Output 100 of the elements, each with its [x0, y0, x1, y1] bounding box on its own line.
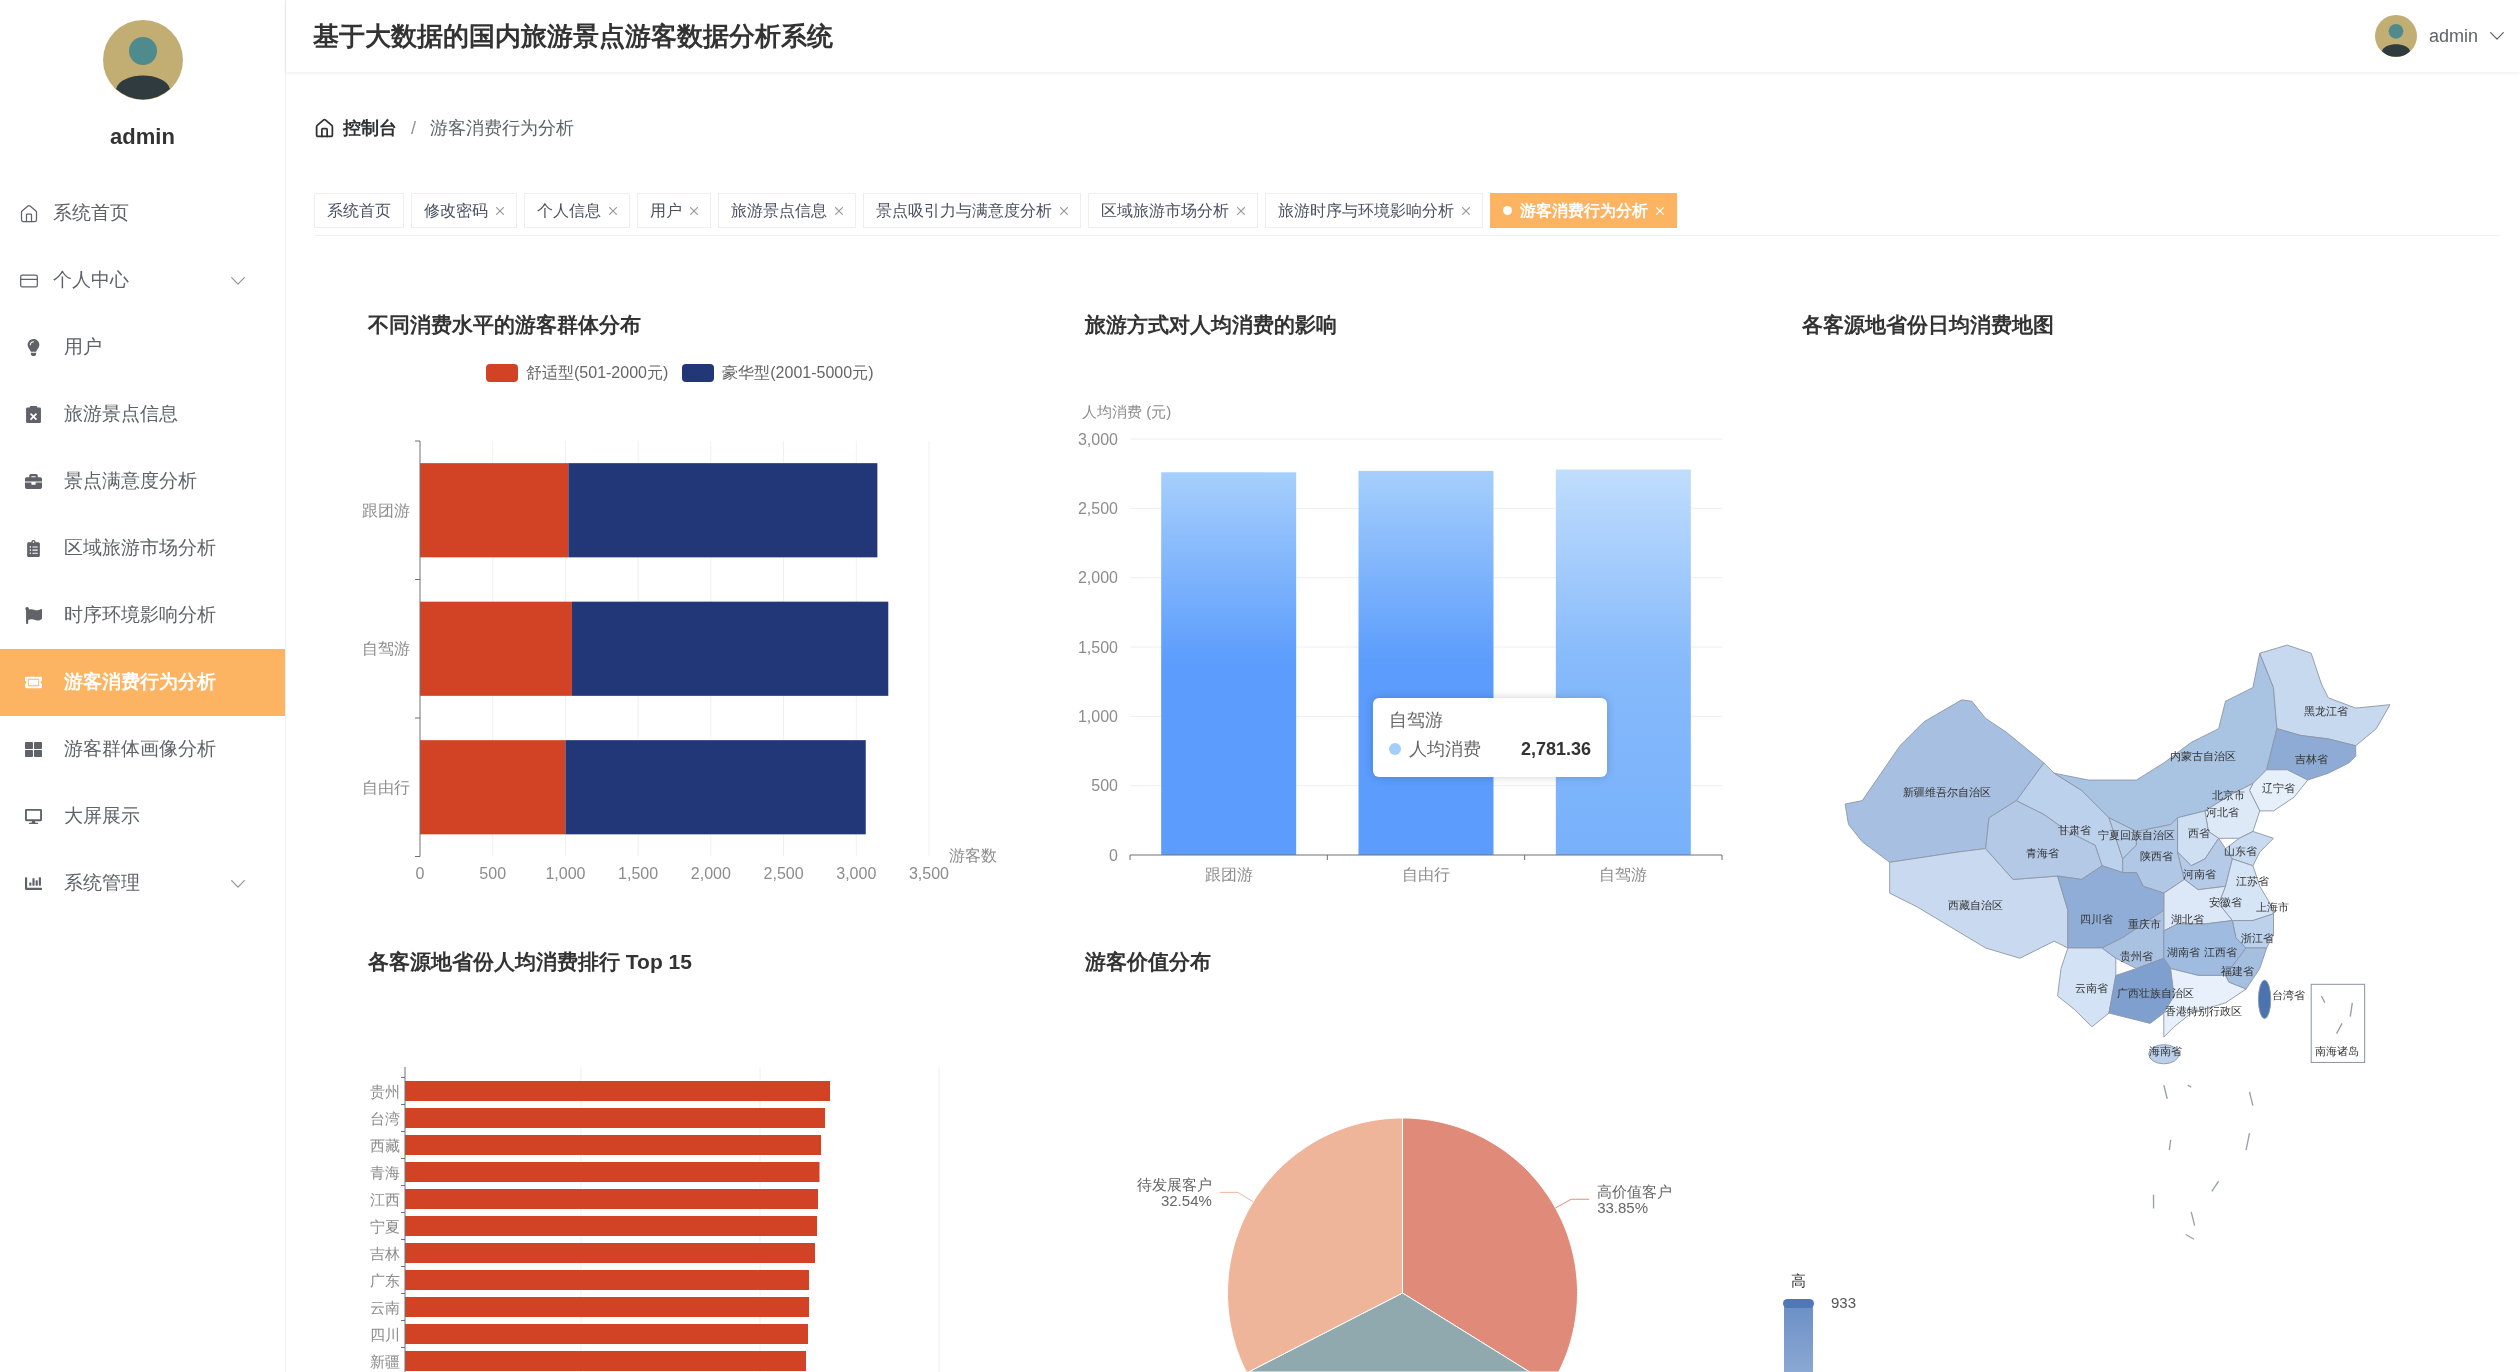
slice-label: 高价值客户	[1597, 1182, 1673, 1200]
tooltip-value: 2,781.36	[1520, 737, 1591, 761]
page-tab[interactable]: 旅游时序与环境影响分析	[1265, 193, 1483, 228]
page-tab[interactable]: 区域旅游市场分析	[1088, 193, 1258, 228]
page-tab[interactable]: 修改密码	[411, 193, 517, 228]
leader-line	[1219, 1191, 1254, 1203]
map-label: 江苏省	[2236, 874, 2270, 887]
x-tick-label: 1,500	[618, 864, 659, 882]
map-label: 海南省	[2148, 1044, 2182, 1057]
grid-icon	[25, 741, 42, 758]
y-tick-label: 2,500	[1077, 499, 1118, 517]
close-icon[interactable]	[1237, 206, 1245, 215]
map-label: 广西壮族自治区	[2117, 986, 2195, 999]
breadcrumb-link[interactable]: 控制台	[314, 114, 397, 142]
page-tab[interactable]: 用户	[637, 193, 711, 228]
ticket-icon	[25, 674, 42, 691]
map-label: 上海市	[2255, 900, 2289, 913]
slice-label: 待发展客户	[1136, 1175, 1212, 1193]
close-icon[interactable]	[835, 206, 843, 215]
tooltip-title: 自驾游	[1389, 709, 1444, 732]
bar-chart-icon	[25, 875, 42, 892]
briefcase-icon	[25, 473, 42, 490]
page-tab[interactable]: 系统首页	[314, 193, 404, 228]
leader-line	[1554, 1198, 1590, 1209]
province-label: 西藏	[370, 1136, 400, 1154]
close-icon[interactable]	[609, 206, 617, 215]
province-label: 新疆	[370, 1352, 400, 1370]
axis-title: 游客数	[949, 846, 997, 864]
map-label: 辽宁省	[2262, 782, 2296, 795]
user-name: admin	[110, 123, 175, 151]
map-label: 福建省	[2221, 965, 2255, 978]
close-icon[interactable]	[496, 206, 504, 215]
clipboard-list-icon	[25, 540, 42, 557]
map-label: 云南省	[2075, 981, 2109, 994]
close-icon[interactable]	[1060, 206, 1068, 215]
x-tick-label: 3,000	[836, 864, 877, 882]
chart-title: 旅游方式对人均消费的影响	[1085, 312, 1338, 338]
map-label: 四川省	[2080, 913, 2114, 926]
chevron-down-icon	[2490, 32, 2504, 40]
y-tick-label: 1,000	[1077, 707, 1118, 725]
province-label: 贵州	[370, 1082, 400, 1100]
map-label: 安徽省	[2209, 896, 2242, 909]
map-label: 甘肃省	[2058, 824, 2092, 837]
tooltip-series-label: 人均消费	[1409, 737, 1481, 761]
breadcrumb-separator: /	[411, 116, 416, 140]
home-icon	[19, 203, 39, 224]
province-label: 云南	[370, 1298, 400, 1316]
monitor-icon	[25, 808, 42, 825]
breadcrumb-current: 游客消费行为分析	[430, 116, 574, 140]
province-label: 广东	[370, 1271, 400, 1289]
user-menu[interactable]: admin	[2374, 15, 2504, 57]
map-label: 山东省	[2224, 844, 2258, 857]
category-label: 自驾游	[1599, 865, 1648, 883]
y-tick-label: 2,000	[1077, 569, 1118, 587]
y-tick-label: 3,000	[1077, 430, 1118, 448]
page-tab[interactable]: 个人信息	[524, 193, 630, 228]
color-scale-label: 高	[1791, 1271, 1806, 1289]
x-tick-label: 0	[415, 864, 425, 882]
map-label: 内蒙古自治区	[2169, 750, 2236, 763]
province-label: 宁夏	[370, 1217, 400, 1235]
flag-icon	[25, 607, 42, 624]
close-icon[interactable]	[690, 206, 698, 215]
avatar-icon	[2374, 15, 2417, 57]
map-label: 黑龙江省	[2304, 704, 2349, 717]
chart-title: 游客价值分布	[1085, 949, 1212, 975]
map-label: 台湾省	[2272, 988, 2306, 1001]
chart-title: 不同消费水平的游客群体分布	[368, 312, 642, 338]
close-icon[interactable]	[1462, 206, 1470, 215]
category-label: 自驾游	[362, 640, 410, 658]
category-label: 自由行	[362, 778, 410, 796]
slider-handle[interactable]	[1783, 1299, 1814, 1308]
slice-percent: 33.85%	[1597, 1198, 1649, 1216]
legend-swatch-icon	[682, 364, 715, 382]
map-label: 浙江省	[2241, 931, 2275, 944]
lightbulb-icon	[25, 339, 42, 356]
x-tick-label: 1,000	[545, 864, 586, 882]
map-label: 南海诸岛	[2315, 1044, 2360, 1057]
map-label: 湖北省	[2171, 913, 2205, 926]
map-label: 北京市	[2212, 789, 2246, 802]
avatar-icon	[102, 20, 183, 100]
map-label: 陕西省	[2140, 850, 2174, 863]
page-tab[interactable]: 旅游景点信息	[718, 193, 856, 228]
province-label: 四川	[370, 1325, 400, 1343]
category-label: 跟团游	[1204, 865, 1253, 883]
clipboard-x-icon	[25, 406, 42, 423]
app-title: 基于大数据的国内旅游景点游客数据分析系统	[313, 19, 833, 53]
province-label: 吉林	[370, 1244, 400, 1262]
map-label: 河南省	[2182, 867, 2216, 880]
legend-label: 豪华型(2001-5000元)	[722, 363, 874, 383]
color-scale-bar	[1784, 1304, 1813, 1372]
map-label: 青海省	[2026, 847, 2059, 860]
category-label: 跟团游	[362, 501, 410, 519]
page-tab[interactable]: 景点吸引力与满意度分析	[863, 193, 1081, 228]
axis-title: 人均消费 (元)	[1082, 402, 1172, 420]
chart-title: 各客源地省份日均消费地图	[1802, 312, 2055, 338]
x-tick-label: 3,500	[909, 864, 949, 882]
map-label: 香港特别行政区	[2165, 1005, 2243, 1018]
map-label: 西藏自治区	[1947, 899, 2003, 912]
map-label: 新疆维吾尔自治区	[1902, 785, 1991, 798]
map-label: 江西省	[2204, 946, 2238, 959]
